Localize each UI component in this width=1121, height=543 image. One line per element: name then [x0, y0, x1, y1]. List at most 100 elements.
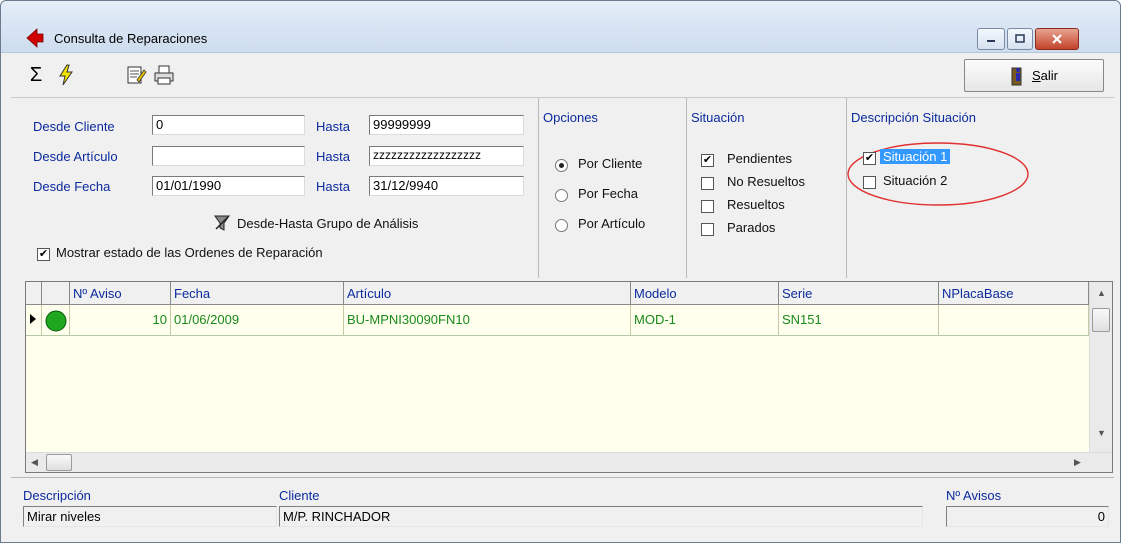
cliente-field: M/P. RINCHADOR [279, 506, 923, 527]
descripcion-situacion-header: Descripción Situación [851, 110, 977, 125]
parados-checkbox[interactable] [701, 223, 714, 236]
mostrar-estado-label: Mostrar estado de las Ordenes de Reparac… [56, 245, 323, 260]
radio-por-articulo-label: Por Artículo [578, 216, 646, 231]
grupo-analisis-button[interactable]: Desde-Hasta Grupo de Análisis [213, 214, 418, 232]
radio-por-cliente[interactable] [555, 159, 568, 172]
results-grid: Nº Aviso Fecha Artículo Modelo Serie NPl… [25, 281, 1113, 473]
cell-serie: SN151 [779, 305, 939, 336]
desde-cliente-input[interactable]: 0 [152, 115, 305, 135]
maximize-button[interactable] [1007, 28, 1033, 50]
situacion-header: Situación [691, 110, 745, 125]
main-window: Consulta de Reparaciones Σ Salir Desde C… [0, 0, 1121, 543]
close-icon [1052, 34, 1062, 44]
situacion-1-label: Situación 1 [880, 149, 951, 164]
hasta-articulo-input[interactable]: zzzzzzzzzzzzzzzzzz [369, 146, 524, 166]
print-button[interactable] [151, 62, 177, 88]
maximize-icon [1015, 34, 1025, 43]
minimize-button[interactable] [977, 28, 1005, 50]
toolbar: Σ Salir [11, 56, 1114, 98]
checkmark-icon: ✔ [38, 248, 49, 260]
resueltos-checkbox[interactable] [701, 200, 714, 213]
grid-header: Nº Aviso Fecha Artículo Modelo Serie NPl… [26, 282, 1089, 305]
window-title: Consulta de Reparaciones [54, 31, 208, 46]
col-header-nplacabase[interactable]: NPlacaBase [939, 282, 1089, 305]
table-row[interactable]: 10 01/06/2009 BU-MPNI30090FN10 MOD-1 SN1… [26, 305, 1089, 336]
printer-icon [154, 65, 174, 85]
filter-panel: Desde Cliente 0 Hasta 99999999 Desde Art… [11, 98, 539, 278]
descripcion-label: Descripción [23, 488, 91, 503]
row-pointer [26, 305, 42, 336]
situacion-panel: Situación ✔ Pendientes No Resueltos Resu… [687, 98, 847, 278]
row-status [42, 305, 70, 336]
scroll-up-icon[interactable]: ▲ [1097, 288, 1106, 298]
minimize-icon [987, 40, 995, 42]
col-header-fecha[interactable]: Fecha [171, 282, 344, 305]
lightning-icon [59, 64, 73, 86]
grid-status-header [42, 282, 70, 305]
desde-fecha-input[interactable]: 01/01/1990 [152, 176, 305, 196]
situacion-2-label: Situación 2 [883, 173, 948, 188]
close-button[interactable] [1035, 28, 1079, 50]
status-green-circle-icon [45, 310, 67, 332]
pendientes-checkbox[interactable]: ✔ [701, 154, 714, 167]
execute-button[interactable] [53, 62, 79, 88]
parados-label: Parados [727, 220, 776, 235]
radio-por-articulo[interactable] [555, 219, 568, 232]
scroll-right-icon[interactable]: ▶ [1074, 457, 1081, 468]
col-header-serie[interactable]: Serie [779, 282, 939, 305]
cell-articulo: BU-MPNI30090FN10 [344, 305, 631, 336]
num-avisos-field: 0 [946, 506, 1109, 527]
radio-selected-dot [559, 163, 564, 168]
checkmark-icon: ✔ [864, 152, 875, 164]
desde-articulo-input[interactable] [152, 146, 305, 166]
app-arrow-icon [26, 28, 44, 48]
hasta-articulo-label: Hasta [316, 149, 350, 164]
grid-indicator-header [26, 282, 42, 305]
num-avisos-label: Nº Avisos [946, 488, 1002, 503]
hasta-cliente-label: Hasta [316, 119, 350, 134]
descripcion-situacion-panel: Descripción Situación ✔ Situación 1 Situ… [847, 98, 1114, 278]
scroll-down-icon[interactable]: ▼ [1097, 428, 1106, 438]
radio-por-fecha-label: Por Fecha [578, 186, 638, 201]
cell-modelo: MOD-1 [631, 305, 779, 336]
horizontal-scroll-thumb[interactable] [46, 454, 72, 471]
sum-button[interactable]: Σ [23, 62, 49, 88]
funnel-icon [214, 215, 230, 231]
checkmark-icon: ✔ [702, 154, 713, 166]
exit-door-icon [1011, 67, 1022, 85]
col-header-modelo[interactable]: Modelo [631, 282, 779, 305]
hasta-fecha-input[interactable]: 31/12/9940 [369, 176, 524, 196]
horizontal-scrollbar[interactable]: ◀ ▶ [26, 452, 1112, 472]
situacion-2-checkbox[interactable] [863, 176, 876, 189]
desde-articulo-label: Desde Artículo [33, 149, 118, 164]
row-pointer-icon [30, 314, 36, 324]
grupo-analisis-label: Desde-Hasta Grupo de Análisis [237, 215, 419, 231]
exit-button[interactable]: Salir [964, 59, 1104, 92]
cliente-label: Cliente [279, 488, 320, 503]
scroll-left-icon[interactable]: ◀ [31, 457, 38, 468]
hasta-fecha-label: Hasta [316, 179, 350, 194]
col-header-aviso[interactable]: Nº Aviso [70, 282, 171, 305]
document-pencil-icon [127, 66, 147, 84]
no-resueltos-label: No Resueltos [727, 174, 806, 189]
col-header-articulo[interactable]: Artículo [344, 282, 631, 305]
cell-aviso: 10 [70, 305, 171, 336]
hasta-cliente-input[interactable]: 99999999 [369, 115, 524, 135]
situacion-1-checkbox[interactable]: ✔ [863, 152, 876, 165]
radio-por-fecha[interactable] [555, 189, 568, 202]
resueltos-label: Resueltos [727, 197, 785, 212]
mostrar-estado-checkbox[interactable]: ✔ [37, 248, 50, 261]
vertical-scroll-thumb[interactable] [1092, 308, 1110, 332]
pendientes-label: Pendientes [727, 151, 793, 166]
vertical-scrollbar[interactable]: ▲ ▼ [1089, 282, 1112, 452]
cell-nplacabase [939, 305, 1089, 336]
sum-icon: Σ [29, 63, 43, 86]
no-resueltos-checkbox[interactable] [701, 177, 714, 190]
opciones-panel: Opciones Por Cliente Por Fecha Por Artíc… [539, 98, 687, 278]
edit-document-button[interactable] [123, 62, 149, 88]
title-bar: Consulta de Reparaciones [1, 1, 1120, 53]
descripcion-field: Mirar niveles [23, 506, 277, 527]
exit-label: Salir [1031, 68, 1058, 83]
cell-fecha: 01/06/2009 [171, 305, 344, 336]
desde-cliente-label: Desde Cliente [33, 119, 115, 134]
